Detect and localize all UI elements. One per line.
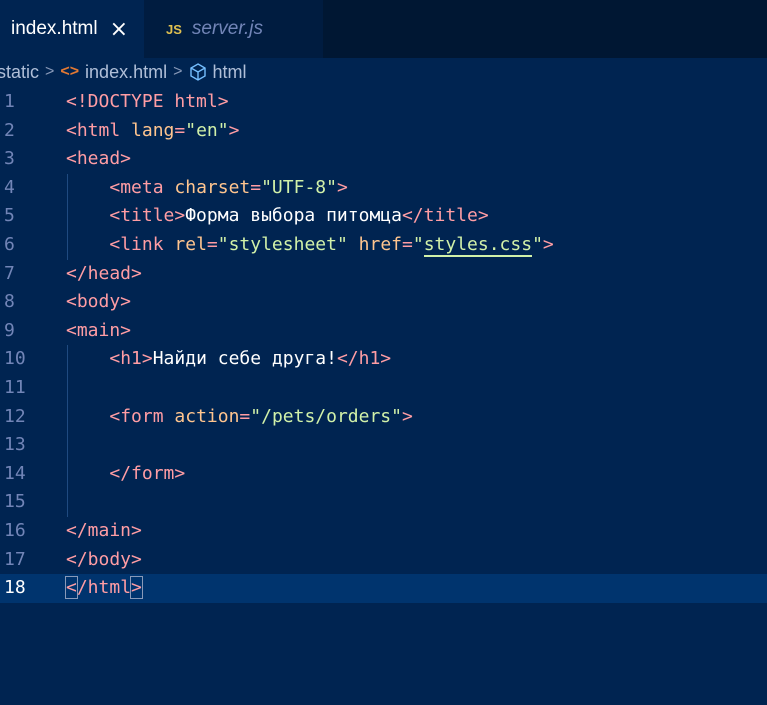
code-line[interactable]: 18 </html> (0, 574, 767, 603)
line-number: 1 (4, 91, 15, 112)
code-line[interactable]: 8 <body> (0, 288, 767, 317)
code-text: <head> (66, 148, 132, 170)
indent-guide (67, 173, 68, 260)
code-line[interactable]: 6 <link rel="stylesheet" href="styles.cs… (0, 231, 767, 260)
line-number: 5 (4, 205, 15, 227)
line-number: 16 (4, 520, 26, 541)
breadcrumb-item-file[interactable]: index.html (85, 62, 167, 83)
code-text: </form> (109, 462, 186, 484)
line-number: 10 (4, 348, 26, 370)
code-line[interactable]: 2 <html lang="en"> (0, 117, 767, 146)
line-number: 18 (4, 577, 26, 599)
line-number: 7 (4, 262, 15, 284)
line-number: 12 (4, 405, 26, 427)
code-text: <!DOCTYPE html> (66, 91, 229, 112)
code-line[interactable]: 13 (0, 431, 767, 460)
code-text: </main> (66, 520, 142, 541)
code-text: <body> (66, 291, 132, 313)
code-text: <form action="/pets/orders"> (109, 405, 413, 427)
code-line[interactable]: 12 <form action="/pets/orders"> (0, 403, 767, 432)
code-line[interactable]: 16 </main> (0, 517, 767, 546)
code-line[interactable]: 11 (0, 374, 767, 403)
breadcrumb-item-static[interactable]: static (0, 62, 39, 83)
code-text: <main> (66, 319, 132, 341)
code-text: </body> (66, 548, 142, 570)
code-line[interactable]: 14 </form> (0, 460, 767, 489)
line-number: 4 (4, 176, 15, 198)
tab-bar: index.html × JS server.js (0, 0, 767, 58)
tab-label: index.html (11, 18, 98, 39)
line-number: 2 (4, 119, 15, 141)
code-line[interactable]: 7 </head> (0, 260, 767, 289)
tab-index-html[interactable]: index.html × (0, 0, 144, 58)
indent-guide (67, 345, 68, 517)
line-number: 6 (4, 234, 15, 255)
javascript-file-icon: JS (166, 21, 182, 37)
line-number: 14 (4, 462, 26, 484)
code-line[interactable]: 10 <h1>Найди себе друга!</h1> (0, 345, 767, 374)
code-text: <html lang="en"> (66, 119, 240, 141)
line-number: 9 (4, 319, 15, 341)
line-number: 11 (4, 377, 26, 398)
line-number: 8 (4, 291, 15, 313)
breadcrumb: static > <> index.html > html (0, 58, 767, 86)
line-number: 15 (4, 491, 26, 513)
tab-label: server.js (191, 18, 263, 39)
code-editor[interactable]: 1 <!DOCTYPE html> 2 <html lang="en"> 3 <head>… (0, 86, 767, 705)
chevron-right-icon: > (45, 63, 55, 80)
code-text: </html> (65, 576, 143, 600)
chevron-right-icon: > (173, 63, 183, 80)
line-number: 17 (4, 548, 26, 570)
code-line[interactable]: 15 (0, 488, 767, 517)
code-line[interactable]: 17 </body> (0, 546, 767, 575)
breadcrumb-item-symbol[interactable]: html (212, 62, 246, 83)
close-icon[interactable]: × (110, 17, 128, 42)
code-text: </head> (66, 262, 142, 284)
code-line[interactable]: 4 <meta charset="UTF-8"> (0, 174, 767, 203)
code-text: <meta charset="UTF-8"> (109, 176, 348, 198)
code-line[interactable]: 3 <head> (0, 145, 767, 174)
tab-server-js[interactable]: JS server.js (144, 0, 324, 58)
line-number: 13 (4, 434, 26, 456)
line-number: 3 (4, 148, 15, 170)
code-text: <h1>Найди себе друга!</h1> (109, 348, 392, 370)
cube-icon (188, 62, 208, 82)
code-text: <link rel="stylesheet" href="styles.css"… (109, 234, 554, 257)
html-file-icon: <> (60, 63, 80, 80)
code-line[interactable]: 1 <!DOCTYPE html> (0, 88, 767, 117)
code-line[interactable]: 5 <title>Форма выбора питомца</title> (0, 202, 767, 231)
code-line[interactable]: 9 <main> (0, 317, 767, 346)
code-text: <title>Форма выбора питомца</title> (109, 205, 489, 227)
